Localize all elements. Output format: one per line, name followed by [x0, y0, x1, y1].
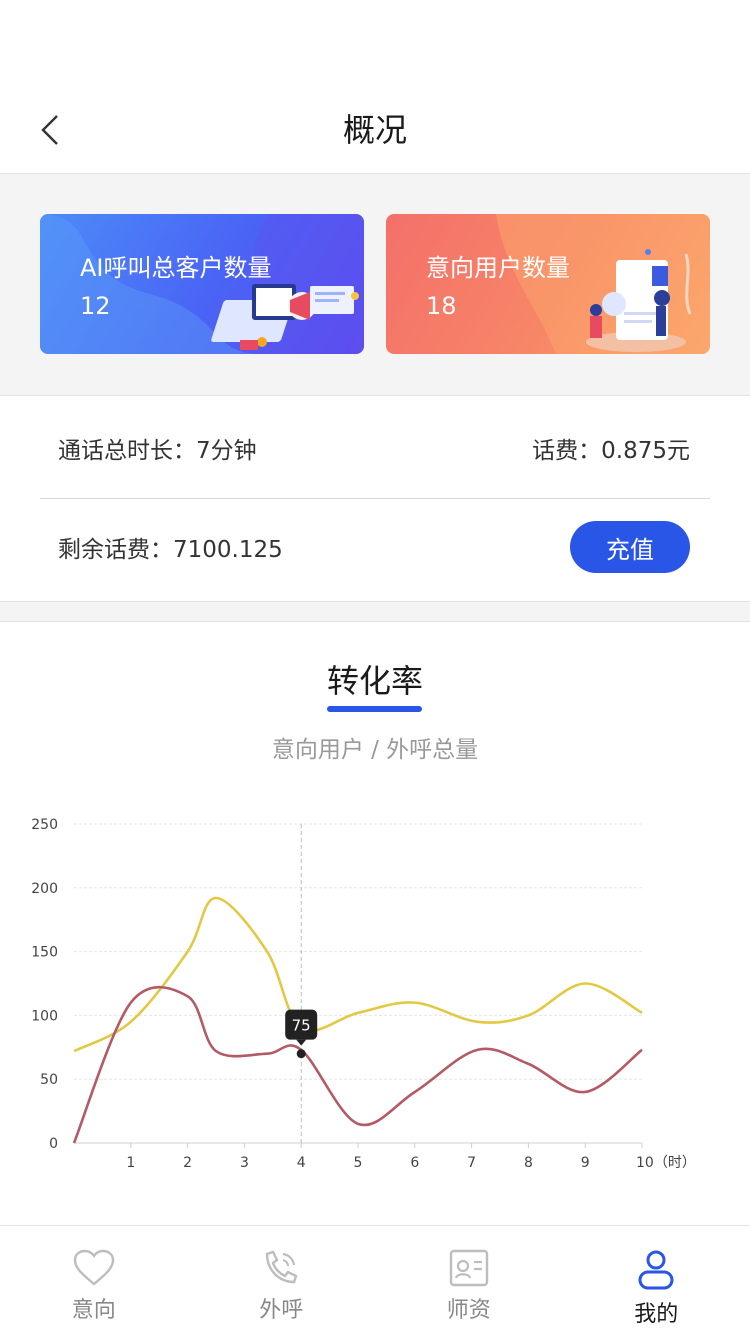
call-stats: 通话总时长：7分钟 话费：0.875元 剩余话费：7100.125 充值 — [0, 396, 750, 602]
tab-label: 外呼 — [259, 1298, 304, 1323]
tab-mine[interactable]: 我的 — [563, 1226, 750, 1334]
x-tick-label: 5 — [354, 1155, 363, 1171]
y-tick-label: 50 — [40, 1072, 58, 1088]
tab-label: 师资 — [446, 1298, 491, 1323]
summary-cards: AI呼叫总客户数量 12 意向用户数量 18 — [0, 174, 750, 396]
call-duration: 通话总时长：7分钟 — [58, 438, 257, 464]
nav-bar: 概况 — [0, 88, 750, 174]
x-tick-label: 1 — [126, 1155, 135, 1171]
conversion-chart: 0 50 100 150 200 250 1 2 3 4 5 6 7 8 9 10（时） 75 — [24, 790, 694, 1190]
tooltip-value: 75 — [292, 1017, 311, 1035]
y-tick-label: 100 — [31, 1008, 58, 1024]
intent-user-card[interactable]: 意向用户数量 18 — [386, 214, 710, 354]
recharge-button[interactable]: 充值 — [570, 521, 690, 573]
conversion-title: 转化率 — [326, 662, 423, 700]
divider — [40, 498, 710, 499]
card-label: AI呼叫总客户数量 — [80, 254, 272, 282]
status-bar — [0, 0, 750, 88]
conversion-subtitle: 意向用户 / 外呼总量 — [271, 737, 479, 763]
tab-intent[interactable]: 意向 — [0, 1226, 188, 1334]
x-tick-label: 8 — [524, 1155, 533, 1171]
y-tick-label: 150 — [31, 945, 58, 961]
x-tick-label: 3 — [240, 1155, 249, 1171]
title-underline — [327, 706, 422, 712]
y-tick-label: 250 — [31, 817, 58, 833]
tab-label: 意向 — [71, 1298, 116, 1323]
tab-outbound-call[interactable]: 外呼 — [188, 1226, 376, 1334]
chart-background — [24, 790, 694, 1190]
phone-icon — [266, 1250, 298, 1284]
y-tick-label: 0 — [49, 1136, 58, 1152]
analytics-illustration-icon — [496, 214, 710, 354]
y-tick-label: 200 — [31, 881, 58, 897]
marketing-illustration-icon — [40, 214, 364, 354]
x-tick-label: 7 — [467, 1155, 476, 1171]
card-label: 意向用户数量 — [426, 254, 570, 282]
tab-label: 我的 — [634, 1302, 679, 1327]
balance: 剩余话费：7100.125 — [58, 537, 283, 563]
conversion-section: 转化率 意向用户 / 外呼总量 0 50 100 150 200 250 1 2 3 4 5 6 7 8 9… — [0, 622, 750, 1223]
contact-card-icon — [449, 1249, 488, 1287]
section-gap — [0, 602, 750, 622]
heart-icon — [73, 1249, 114, 1286]
card-value: 12 — [80, 292, 111, 320]
user-icon — [638, 1250, 674, 1290]
x-tick-label: 6 — [410, 1155, 419, 1171]
tooltip-point — [296, 1049, 306, 1059]
x-tick-label: 4 — [297, 1155, 306, 1171]
call-fee: 话费：0.875元 — [532, 438, 690, 464]
page-title: 概况 — [342, 111, 407, 149]
tab-bar: 意向 外呼 师资 我的 — [0, 1225, 750, 1334]
x-tick-label: 9 — [581, 1155, 590, 1171]
tab-teachers[interactable]: 师资 — [375, 1226, 563, 1334]
x-tick-label: 10（时） — [636, 1155, 694, 1171]
x-tick-label: 2 — [183, 1155, 192, 1171]
card-value: 18 — [426, 292, 457, 320]
ai-call-total-card[interactable]: AI呼叫总客户数量 12 — [40, 214, 364, 354]
